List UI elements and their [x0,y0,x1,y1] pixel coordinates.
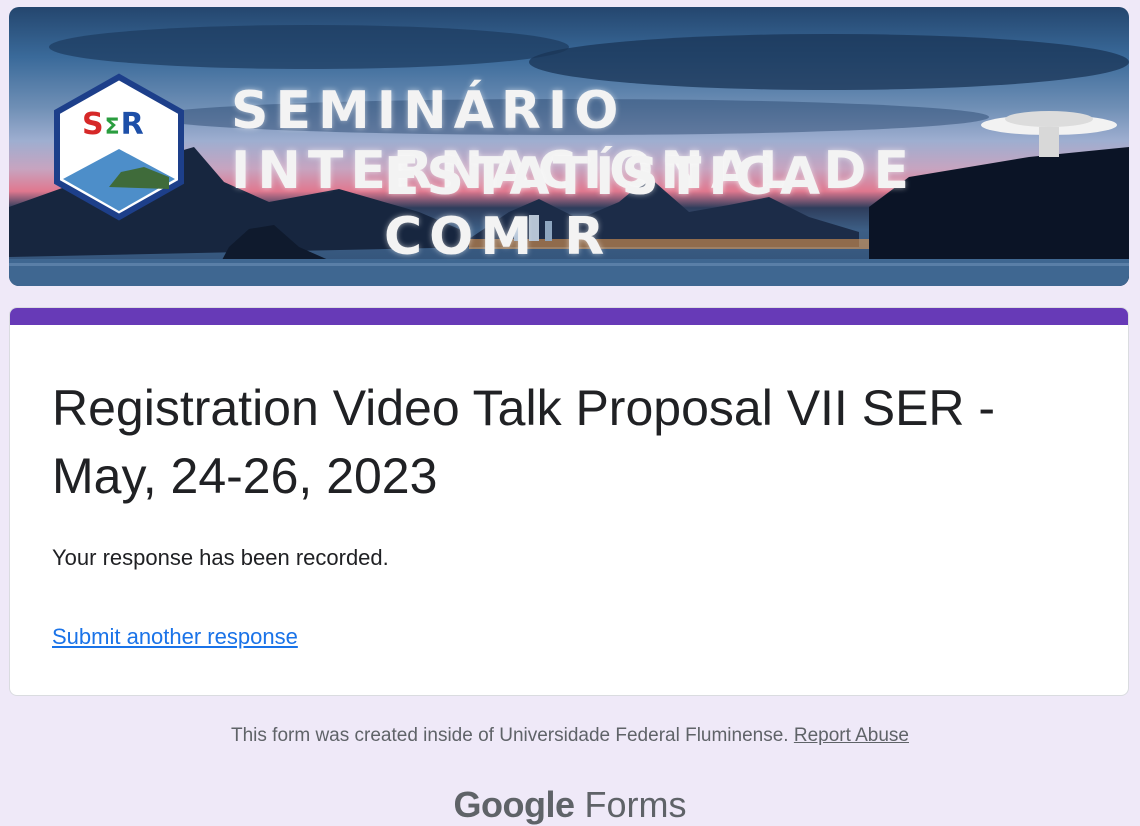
logo-letter-sigma: Σ [104,115,121,140]
google-wordmark: Google [453,784,575,825]
logo-text: SΣR [82,107,145,142]
form-card: Registration Video Talk Proposal VII SER… [9,307,1129,696]
report-abuse-link[interactable]: Report Abuse [794,725,909,746]
form-accent-bar [10,308,1128,325]
footer-note: This form was created inside of Universi… [0,725,1140,747]
footer-note-text: This form was created inside of Universi… [231,725,789,746]
submit-another-response-link[interactable]: Submit another response [52,624,298,650]
form-title: Registration Video Talk Proposal VII SER… [52,380,996,504]
confirmation-message: Your response has been recorded. [52,545,389,570]
logo-letter-s: S [82,107,105,142]
logo-letter-r: R [120,107,145,142]
header-banner: SΣR SEMINÁRIO INTERNACIONAL DE ESTATÍSTI… [9,7,1129,286]
forms-wordmark: Forms [584,784,687,825]
banner-title-line-2: ESTATÍSTICA COM R [384,147,828,267]
